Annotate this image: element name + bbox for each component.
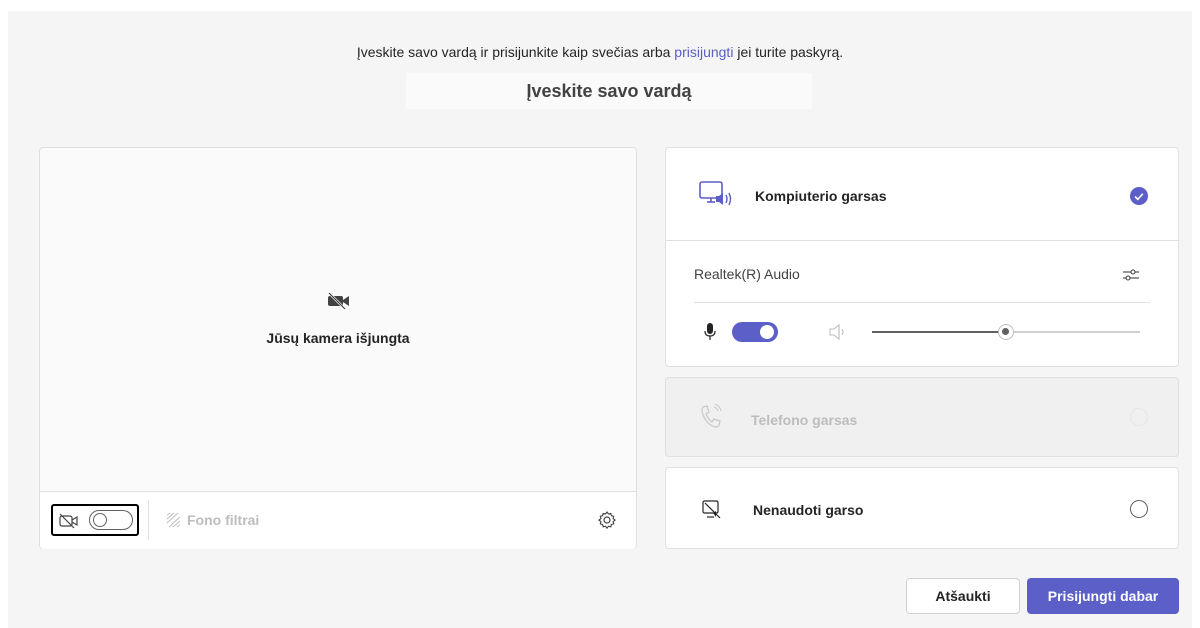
video-preview: Jūsų kamera išjungta [40, 148, 636, 492]
sign-in-link[interactable]: prisijungti [674, 44, 733, 60]
camera-switch[interactable] [89, 510, 133, 530]
background-filters-button[interactable]: Fono filtrai [187, 512, 259, 528]
camera-off-small-icon [59, 513, 78, 529]
phone-audio-radio [1130, 408, 1148, 426]
camera-toggle[interactable] [51, 504, 139, 536]
checkmark-circle-icon[interactable] [1130, 187, 1148, 205]
name-input[interactable] [406, 73, 812, 109]
phone-audio-option: Telefono garsas [665, 377, 1179, 457]
camera-switch-knob [93, 513, 107, 527]
phone-audio-label: Telefono garsas [751, 412, 858, 428]
cancel-button[interactable]: Atšaukti [906, 578, 1020, 614]
microphone-switch-knob [760, 325, 774, 339]
computer-audio-icon [699, 181, 732, 206]
video-toolbar: Fono filtrai [40, 492, 636, 549]
speaker-icon [829, 323, 844, 341]
background-filters-icon [166, 512, 181, 528]
computer-audio-label: Kompiuterio garsas [755, 188, 887, 204]
volume-slider-thumb[interactable] [998, 324, 1014, 340]
camera-off-label: Jūsų kamera išjungta [266, 330, 410, 346]
video-preview-panel: Jūsų kamera išjungta Fono filtrai [39, 147, 637, 549]
intro-text: Įveskite savo vardą ir prisijunkite kaip… [8, 44, 1192, 60]
computer-audio-option[interactable]: Kompiuterio garsas Realtek(R) Audio [665, 147, 1179, 367]
no-audio-option[interactable]: Nenaudoti garso [665, 467, 1179, 549]
join-now-button[interactable]: Prisijungti dabar [1027, 578, 1179, 614]
intro-text-before: Įveskite savo vardą ir prisijunkite kaip… [356, 44, 671, 60]
microphone-switch[interactable] [732, 322, 778, 342]
no-audio-icon [702, 500, 721, 519]
phone-audio-icon [701, 404, 722, 428]
volume-slider-fill [872, 331, 1006, 333]
toolbar-divider [148, 500, 149, 540]
computer-audio-header[interactable]: Kompiuterio garsas [666, 148, 1178, 241]
microphone-icon [704, 323, 716, 340]
device-divider [694, 302, 1150, 303]
prejoin-screen: Įveskite savo vardą ir prisijunkite kaip… [8, 11, 1192, 628]
no-audio-radio[interactable] [1130, 500, 1148, 518]
gear-icon[interactable] [597, 510, 617, 530]
intro-text-after: jei turite paskyrą. [737, 44, 844, 60]
device-settings-icon[interactable] [1122, 266, 1140, 284]
volume-slider[interactable] [872, 324, 1140, 340]
camera-off-icon [328, 292, 349, 310]
no-audio-label: Nenaudoti garso [753, 502, 864, 518]
audio-device-label: Realtek(R) Audio [694, 266, 800, 282]
